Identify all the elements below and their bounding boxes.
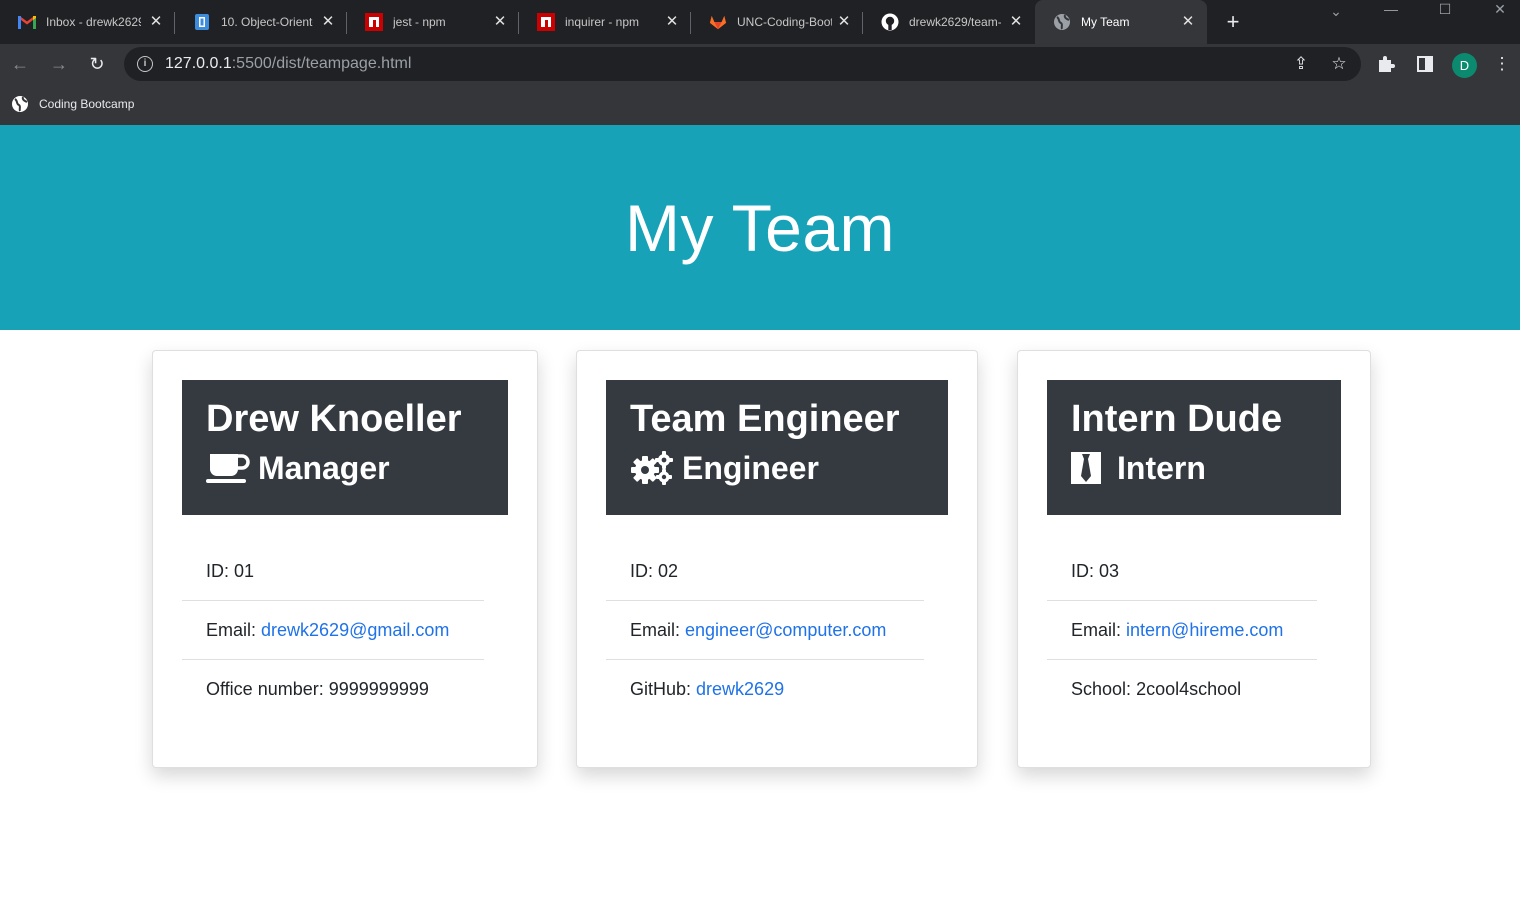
tab-jest-npm[interactable]: jest - npm ✕ [347, 0, 519, 44]
employee-email: Email: engineer@computer.com [606, 601, 924, 660]
page-title: My Team [624, 190, 895, 265]
close-tab-icon[interactable]: ✕ [491, 13, 509, 31]
employee-details: ID: 03 Email: intern@hireme.com School: 2… [1047, 542, 1317, 719]
card-header: Drew Knoeller Manager [182, 380, 508, 515]
globe-icon [11, 95, 29, 113]
tab-github[interactable]: drewk2629/team- ✕ [863, 0, 1035, 44]
tab-gmail[interactable]: Inbox - drewk2629 ✕ [0, 0, 175, 44]
tab-strip: Inbox - drewk2629 ✕ 10. Object-Oriented … [0, 0, 1520, 44]
gitlab-icon [709, 13, 727, 31]
side-panel-icon[interactable] [1413, 52, 1437, 76]
github-icon [881, 13, 899, 31]
extensions-puzzle-icon[interactable] [1374, 52, 1398, 76]
employee-card-manager: Drew Knoeller Manager ID: 01 Email: drewk… [152, 350, 538, 768]
tab-my-team[interactable]: My Team ✕ [1035, 0, 1207, 44]
gmail-icon [18, 13, 36, 31]
minimize-icon[interactable]: — [1378, 0, 1404, 22]
employee-email: Email: intern@hireme.com [1047, 601, 1317, 660]
page-header: My Team [0, 125, 1520, 330]
tab-title: drewk2629/team- [909, 15, 1001, 29]
browser-toolbar: ← → ↻ i 127.0.0.1:5500/dist/teampage.htm… [0, 44, 1520, 84]
reload-icon[interactable]: ↻ [85, 52, 109, 76]
employee-school: School: 2cool4school [1071, 679, 1242, 699]
github-link[interactable]: drewk2629 [696, 679, 784, 700]
close-tab-icon[interactable]: ✕ [1007, 13, 1025, 31]
coffee-mug-icon [206, 451, 250, 485]
close-tab-icon[interactable]: ✕ [663, 13, 681, 31]
employee-id: ID: 03 [1047, 542, 1317, 601]
globe-icon [1053, 13, 1071, 31]
card-header: Team Engineer Engineer [606, 380, 948, 515]
employee-office-number: Office number: 9999999999 [206, 679, 429, 699]
employee-card-engineer: Team Engineer Engineer ID: 02 Email: eng… [576, 350, 978, 768]
employee-details: ID: 02 Email: engineer@computer.com GitHu… [606, 542, 924, 719]
npm-icon [365, 13, 383, 31]
employee-role: Manager [206, 448, 484, 488]
bookmarks-bar: Coding Bootcamp [0, 84, 1520, 125]
email-link[interactable]: engineer@computer.com [685, 620, 886, 641]
address-bar[interactable]: i 127.0.0.1:5500/dist/teampage.html ⇪ ☆ [124, 47, 1361, 81]
role-label: Manager [258, 450, 390, 486]
site-info-icon[interactable]: i [137, 56, 153, 72]
bookmark-label: Coding Bootcamp [39, 97, 135, 111]
maximize-icon[interactable]: ☐ [1432, 0, 1458, 22]
close-tab-icon[interactable]: ✕ [147, 13, 165, 31]
forward-arrow-icon[interactable]: → [47, 52, 71, 76]
tab-search-icon[interactable]: ⌄ [1323, 2, 1349, 24]
employee-id: ID: 02 [606, 542, 924, 601]
close-tab-icon[interactable]: ✕ [319, 13, 337, 31]
tab-title: Inbox - drewk2629 [46, 15, 141, 29]
tab-title: jest - npm [393, 15, 446, 29]
role-label: Intern [1117, 450, 1206, 486]
tab-title: 10. Object-Oriented [221, 15, 313, 29]
tab-inquirer-npm[interactable]: inquirer - npm ✕ [519, 0, 691, 44]
gears-icon [630, 451, 674, 485]
employee-role: Intern [1071, 448, 1317, 488]
user-tie-icon [1071, 451, 1109, 485]
employee-card-intern: Intern Dude Intern ID: 03 Email: intern@h… [1017, 350, 1371, 768]
employee-name: Intern Dude [1071, 398, 1283, 440]
profile-avatar[interactable]: D [1452, 53, 1477, 78]
email-link[interactable]: intern@hireme.com [1126, 620, 1283, 641]
role-label: Engineer [682, 450, 819, 486]
back-arrow-icon[interactable]: ← [8, 52, 32, 76]
url-text[interactable]: 127.0.0.1:5500/dist/teampage.html [165, 55, 411, 73]
card-header: Intern Dude Intern [1047, 380, 1341, 515]
employee-github: GitHub: drewk2629 [630, 679, 785, 700]
star-icon[interactable]: ☆ [1329, 54, 1349, 74]
employee-details: ID: 01 Email: drewk2629@gmail.com Office … [182, 542, 484, 719]
new-tab-button[interactable]: + [1221, 10, 1245, 34]
share-icon[interactable]: ⇪ [1291, 54, 1311, 74]
doc-icon [193, 13, 211, 31]
menu-kebab-icon[interactable]: ⋮ [1490, 52, 1514, 76]
employee-email: Email: drewk2629@gmail.com [182, 601, 484, 660]
employee-name: Team Engineer [630, 398, 900, 440]
employee-role: Engineer [630, 448, 924, 488]
bookmark-coding-bootcamp[interactable]: Coding Bootcamp [11, 94, 134, 114]
email-link[interactable]: drewk2629@gmail.com [261, 620, 449, 641]
tab-title: UNC-Coding-Boot [737, 15, 832, 29]
window-close-icon[interactable]: ✕ [1487, 0, 1513, 22]
tab-title: My Team [1081, 15, 1130, 29]
npm-icon [537, 13, 555, 31]
tab-object-oriented[interactable]: 10. Object-Oriented ✕ [175, 0, 347, 44]
employee-name: Drew Knoeller [206, 398, 462, 440]
tab-gitlab[interactable]: UNC-Coding-Boot ✕ [691, 0, 863, 44]
tab-title: inquirer - npm [565, 15, 640, 29]
close-tab-icon[interactable]: ✕ [835, 13, 853, 31]
employee-id: ID: 01 [182, 542, 484, 601]
close-tab-icon[interactable]: ✕ [1179, 13, 1197, 31]
